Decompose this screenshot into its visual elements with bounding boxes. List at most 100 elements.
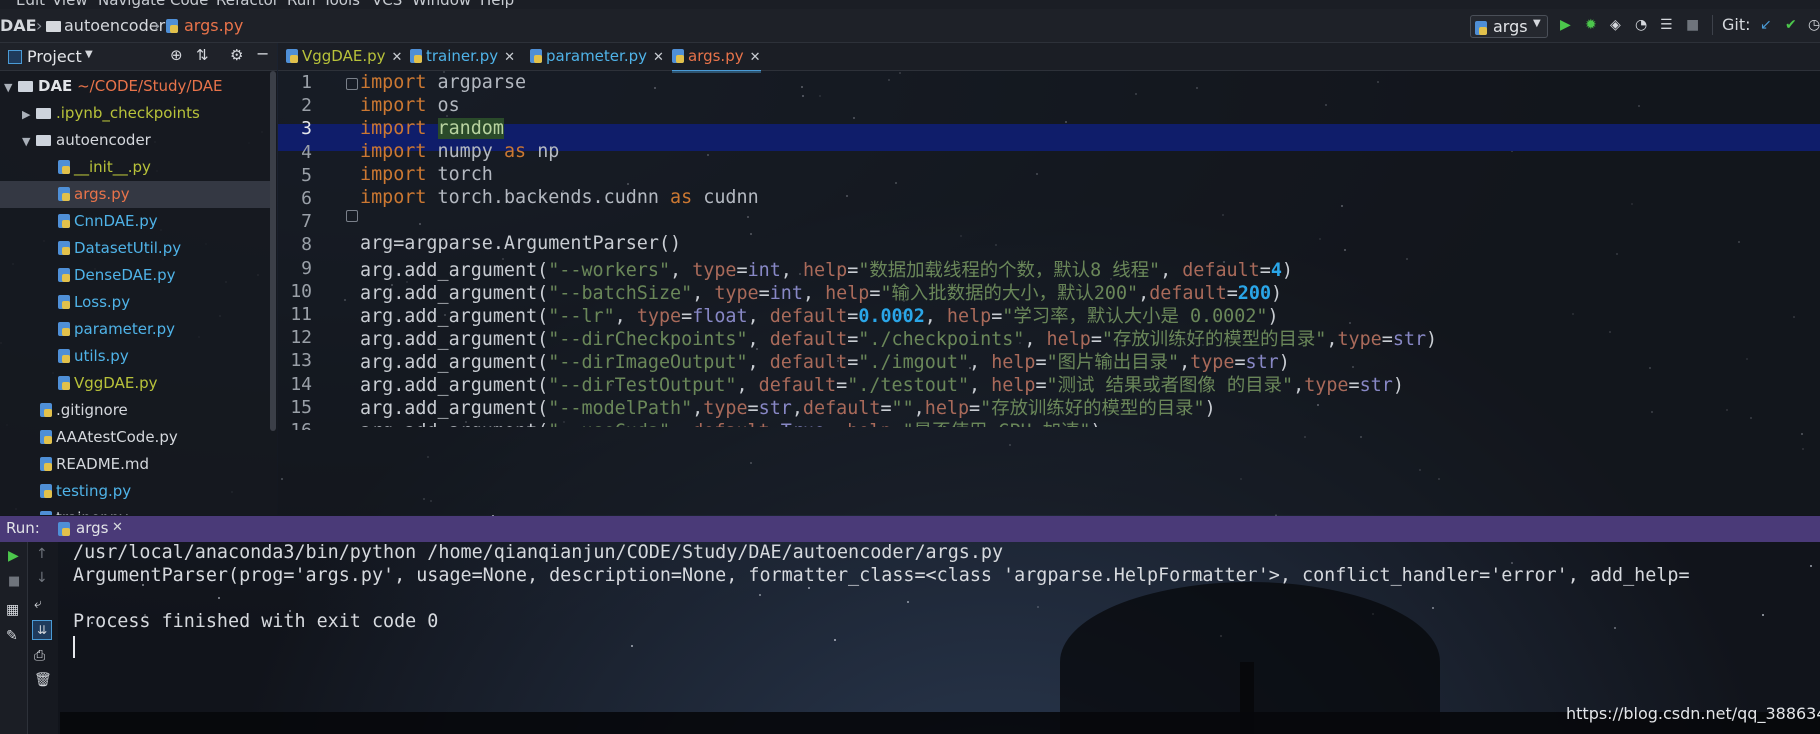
console-line-1: /usr/local/anaconda3/bin/python /home/qi… [73, 542, 1004, 563]
python-file-icon [1475, 19, 1491, 37]
ground-silhouette [60, 712, 1820, 734]
close-icon[interactable]: ✕ [750, 50, 761, 65]
print-icon[interactable]: ⎙ [34, 648, 45, 664]
tree-item[interactable]: testing.py [0, 478, 270, 505]
tab-parameter[interactable]: parameter.py ✕ [530, 43, 664, 70]
tab-label: parameter.py [546, 47, 647, 65]
menu-window[interactable]: Window [412, 0, 471, 9]
tree-item[interactable]: VggDAE.py [0, 370, 270, 397]
menu-edit[interactable]: Edit [16, 0, 45, 9]
rerun-icon[interactable]: ▶ [8, 548, 19, 564]
run-tab-label[interactable]: args [76, 519, 108, 537]
menu-refactor[interactable]: Refactor [216, 0, 279, 9]
fold-marker-icon[interactable] [346, 78, 358, 90]
arrow-up-icon[interactable]: ↑ [36, 546, 48, 562]
debug-icon[interactable]: ✹ [1585, 17, 1597, 33]
menu-navigate[interactable]: Navigate [98, 0, 165, 9]
concurrency-icon[interactable]: ☰ [1660, 17, 1673, 33]
project-panel-header: Project ▼ ⊕ ⇅ ⚙ − [0, 43, 277, 71]
arrow-down-icon[interactable]: ↓ [36, 570, 48, 586]
navigation-bar: DAE › autoencoder › args.py args ▼ ▶ ✹ ◈… [0, 9, 1820, 43]
pin-icon[interactable]: ✎ [6, 628, 18, 644]
file-icon [58, 295, 70, 309]
gear-icon[interactable]: ⚙ [230, 46, 243, 64]
run-icon[interactable]: ▶ [1560, 17, 1571, 33]
tab-trainer[interactable]: trainer.py ✕ [410, 43, 515, 70]
tab-vggdae[interactable]: VggDAE.py ✕ [286, 43, 402, 70]
tree-item[interactable]: utils.py [0, 343, 270, 370]
tree-item[interactable]: DenseDAE.py [0, 262, 270, 289]
line-number: 6 [301, 188, 312, 209]
breadcrumb-project[interactable]: DAE [0, 16, 37, 35]
menu-vcs[interactable]: VCS [372, 0, 402, 9]
stop-icon[interactable]: ■ [8, 574, 20, 589]
breadcrumb-file[interactable]: args.py [184, 16, 243, 35]
folder-icon [36, 135, 51, 146]
console-output[interactable]: /usr/local/anaconda3/bin/python /home/qi… [60, 542, 1820, 734]
tree-item[interactable]: ▶ .ipynb_checkpoints [0, 100, 270, 127]
menu-tools[interactable]: Tools [323, 0, 360, 9]
menu-run[interactable]: Run [287, 0, 316, 9]
tree-item[interactable]: parameter.py [0, 316, 270, 343]
project-tree: ▼ DAE ~/CODE/Study/DAE ▶ .ipynb_checkpoint… [0, 71, 277, 515]
line-number: 13 [290, 350, 312, 372]
dropdown-arrow-icon: ▼ [1533, 18, 1541, 29]
code-line-3: import random [360, 118, 504, 139]
menu-code[interactable]: Code [170, 0, 208, 9]
minimize-icon[interactable]: − [256, 44, 269, 63]
tree-item[interactable]: Loss.py [0, 289, 270, 316]
tree-item[interactable]: CnnDAE.py [0, 208, 270, 235]
tree-item[interactable]: .gitignore [0, 397, 270, 424]
chevron-down-icon[interactable]: ▼ [22, 128, 36, 155]
tree-item[interactable]: DatasetUtil.py [0, 235, 270, 262]
layout-icon[interactable]: ▦ [6, 602, 19, 618]
folder-icon [36, 108, 51, 119]
project-panel-title[interactable]: Project [27, 47, 82, 66]
tree-item[interactable]: ▼ autoencoder [0, 127, 270, 154]
trash-icon[interactable]: 🗑 [34, 672, 52, 688]
project-scrollbar[interactable] [270, 71, 276, 431]
run-config-label: args [1493, 17, 1528, 36]
profile-icon[interactable]: ◔ [1635, 17, 1647, 33]
collapse-all-icon[interactable]: ⇅ [196, 46, 209, 64]
tree-item-label: testing.py [56, 482, 132, 500]
scroll-to-end-icon[interactable]: ⇊ [32, 620, 52, 640]
breadcrumb-folder[interactable]: autoencoder [64, 16, 165, 35]
git-update-icon[interactable]: ↙ [1760, 17, 1772, 33]
python-file-icon [672, 49, 684, 63]
git-commit-icon[interactable]: ✔ [1785, 17, 1797, 33]
run-config-select[interactable]: args ▼ [1470, 15, 1548, 38]
chevron-right-icon[interactable]: ▶ [22, 101, 36, 128]
stop-icon[interactable]: ■ [1686, 17, 1699, 33]
tree-item[interactable]: AAAtestCode.py [0, 424, 270, 451]
git-history-icon[interactable]: ◷ [1808, 17, 1820, 33]
dropdown-arrow-icon[interactable]: ▼ [85, 49, 93, 60]
coverage-icon[interactable]: ◈ [1610, 17, 1621, 33]
close-icon[interactable]: ✕ [504, 50, 515, 65]
tree-item-label: CnnDAE.py [74, 212, 158, 230]
line-number: 2 [301, 95, 312, 117]
tree-item[interactable]: README.md [0, 451, 270, 478]
code-line-4: import numpy as np [360, 141, 560, 162]
tree-item[interactable]: args.py [0, 181, 270, 208]
close-icon[interactable]: ✕ [392, 50, 403, 65]
git-label: Git: [1722, 15, 1751, 34]
fold-marker-icon[interactable] [346, 210, 358, 222]
tree-item-label: utils.py [74, 347, 129, 365]
file-icon [58, 268, 70, 282]
chevron-down-icon[interactable]: ▼ [4, 74, 18, 101]
close-icon[interactable]: ✕ [653, 50, 664, 65]
menu-view[interactable]: View [52, 0, 88, 9]
tree-root[interactable]: ▼ DAE ~/CODE/Study/DAE [0, 73, 270, 100]
file-icon [40, 457, 52, 471]
run-toolbar-secondary: ↑ ↓ ⤶ ⇊ ⎙ 🗑 [28, 542, 58, 734]
menu-help[interactable]: Help [480, 0, 514, 9]
locate-icon[interactable]: ⊕ [170, 46, 183, 64]
soft-wrap-icon[interactable]: ⤶ [34, 596, 42, 612]
tree-item[interactable]: trainer.py [0, 505, 270, 515]
close-icon[interactable]: ✕ [112, 520, 123, 535]
tree-item[interactable]: __init__.py [0, 154, 270, 181]
line-number: 16 [282, 420, 312, 430]
text-cursor [73, 636, 75, 658]
tab-args[interactable]: args.py ✕ [672, 43, 761, 73]
